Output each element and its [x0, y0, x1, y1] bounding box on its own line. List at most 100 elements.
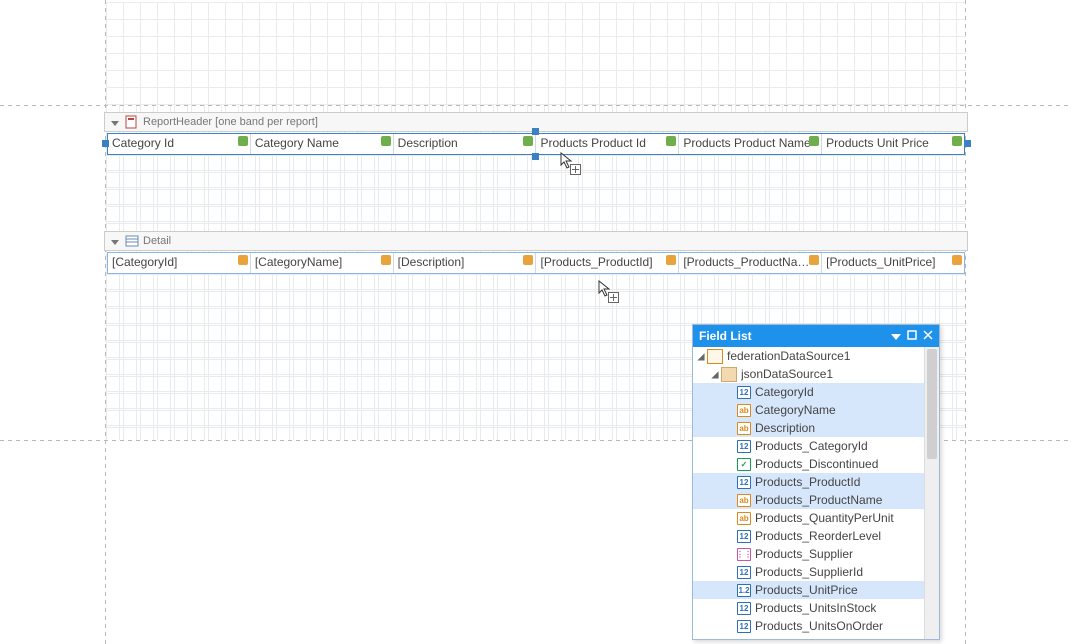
field-label: CategoryId [755, 385, 814, 399]
detail-cell[interactable]: [Products_ProductId] [536, 253, 679, 273]
expand-icon[interactable]: ◢ [695, 349, 707, 363]
field-type-icon: ab [737, 422, 751, 435]
detail-cell[interactable]: [Description] [394, 253, 537, 273]
child-datasource-label: jsonDataSource1 [741, 367, 833, 381]
field-label: Description [755, 421, 815, 435]
margin-guide-left[interactable] [105, 0, 106, 644]
left-margin-area [0, 0, 105, 644]
header-cell[interactable]: Products Product Id [536, 134, 679, 154]
margin-guide-top[interactable] [0, 105, 1071, 106]
field-label: Products_QuantityPerUnit [755, 511, 894, 525]
smart-tag-icon[interactable] [952, 136, 962, 146]
field-label: Products_ProductName [755, 493, 882, 507]
header-cell[interactable]: Description [394, 134, 537, 154]
scrollbar[interactable] [924, 347, 939, 639]
field-type-icon: ✓ [737, 458, 751, 471]
datasource-icon [707, 349, 723, 364]
field-list-title: Field List [699, 329, 752, 343]
smart-tag-icon[interactable] [238, 136, 248, 146]
field-type-icon: 12 [737, 476, 751, 489]
field-label: Products_CategoryId [755, 439, 868, 453]
smart-tag-icon[interactable] [523, 255, 533, 265]
scrollbar-thumb[interactable] [927, 349, 937, 459]
header-cell[interactable]: Products Product Name [679, 134, 822, 154]
datasource-node[interactable]: ◢ federationDataSource1 [693, 347, 924, 365]
table-icon [721, 367, 737, 382]
band-collapse-icon[interactable] [105, 234, 125, 248]
field-type-icon: ⋮⋮ [737, 548, 751, 561]
field-label: Products_UnitPrice [755, 583, 858, 597]
field-node[interactable]: 12 Products_UnitsOnOrder [693, 617, 924, 635]
field-node[interactable]: ab CategoryName [693, 401, 924, 419]
field-node[interactable]: ab Products_ProductName [693, 491, 924, 509]
margin-guide-right[interactable] [965, 0, 966, 644]
close-icon[interactable] [923, 329, 933, 343]
detail-row[interactable]: [CategoryId][CategoryName][Description][… [107, 252, 965, 274]
datasource-label: federationDataSource1 [727, 349, 850, 363]
field-label: Products_Discontinued [755, 457, 878, 471]
field-label: Products_ReorderLevel [755, 529, 881, 543]
field-label: Products_UnitsInStock [755, 601, 876, 615]
field-list-window[interactable]: Field List ◢ federationDataSource1 ◢ jso… [692, 324, 940, 640]
field-type-icon: 12 [737, 566, 751, 579]
detail-cell[interactable]: [CategoryId] [108, 253, 251, 273]
maximize-icon[interactable] [907, 329, 917, 343]
field-node[interactable]: 12 Products_ReorderLevel [693, 527, 924, 545]
right-margin-area [966, 0, 1071, 644]
field-label: Products_UnitsOnOrder [755, 619, 883, 633]
field-node[interactable]: 12 Products_SupplierId [693, 563, 924, 581]
field-node[interactable]: ⋮⋮ Products_Supplier [693, 545, 924, 563]
smart-tag-icon[interactable] [809, 255, 819, 265]
header-cell[interactable]: Products Unit Price [822, 134, 964, 154]
band-collapse-icon[interactable] [105, 115, 125, 129]
field-label: Products_ProductId [755, 475, 860, 489]
field-node[interactable]: ab Products_QuantityPerUnit [693, 509, 924, 527]
detail-icon [125, 234, 139, 248]
field-node[interactable]: ab Description [693, 419, 924, 437]
smart-tag-icon[interactable] [523, 136, 533, 146]
field-node[interactable]: 1.2 Products_UnitPrice [693, 581, 924, 599]
field-list-titlebar[interactable]: Field List [693, 325, 939, 347]
field-type-icon: 12 [737, 620, 751, 633]
header-row[interactable]: Category IdCategory NameDescriptionProdu… [107, 133, 965, 155]
report-icon [125, 115, 139, 129]
field-type-icon: ab [737, 494, 751, 507]
field-node[interactable]: ✓ Products_Discontinued [693, 455, 924, 473]
smart-tag-icon[interactable] [666, 255, 676, 265]
selection-handle-s[interactable] [532, 153, 539, 160]
header-cell[interactable]: Category Name [251, 134, 394, 154]
field-node[interactable]: 12 CategoryId [693, 383, 924, 401]
smart-tag-icon[interactable] [381, 255, 391, 265]
field-label: Products_Supplier [755, 547, 853, 561]
band-header-label: ReportHeader [one band per report] [143, 116, 318, 128]
report-designer-canvas: ReportHeader [one band per report] Categ… [0, 0, 1071, 644]
child-datasource-node[interactable]: ◢ jsonDataSource1 [693, 365, 924, 383]
field-label: Products_SupplierId [755, 565, 863, 579]
selection-handle-n[interactable] [532, 128, 539, 135]
smart-tag-icon[interactable] [952, 255, 962, 265]
field-type-icon: 12 [737, 440, 751, 453]
smart-tag-icon[interactable] [666, 136, 676, 146]
smart-tag-icon[interactable] [238, 255, 248, 265]
field-node[interactable]: 12 Products_CategoryId [693, 437, 924, 455]
smart-tag-icon[interactable] [809, 136, 819, 146]
field-node[interactable]: 12Products_UnitsInStock [693, 599, 924, 617]
selection-handle-w[interactable] [102, 140, 109, 147]
field-type-icon: ab [737, 512, 751, 525]
field-type-icon: ab [737, 404, 751, 417]
field-list-tree[interactable]: ◢ federationDataSource1 ◢ jsonDataSource… [693, 347, 924, 639]
field-label: CategoryName [755, 403, 836, 417]
field-node[interactable]: 12 Products_ProductId [693, 473, 924, 491]
smart-tag-icon[interactable] [381, 136, 391, 146]
field-type-icon: 12 [737, 530, 751, 543]
detail-cell[interactable]: [Products_ProductName] [679, 253, 822, 273]
detail-cell[interactable]: [CategoryName] [251, 253, 394, 273]
dropdown-icon[interactable] [891, 329, 901, 343]
expand-icon[interactable]: ◢ [709, 367, 721, 381]
field-type-icon: 1.2 [737, 584, 751, 597]
band-header-detail[interactable]: Detail [104, 231, 968, 251]
selection-handle-e[interactable] [964, 140, 971, 147]
header-cell[interactable]: Category Id [108, 134, 251, 154]
field-type-icon: 12 [737, 386, 751, 399]
detail-cell[interactable]: [Products_UnitPrice] [822, 253, 964, 273]
